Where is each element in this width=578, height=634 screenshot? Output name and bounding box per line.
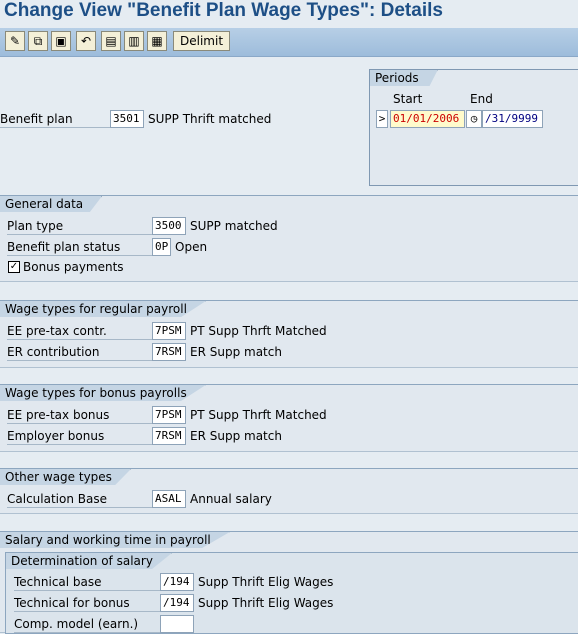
determination-of-salary-title: Determination of salary (6, 553, 172, 569)
start-label: Start (393, 92, 423, 106)
technical-base-description: Supp Thrift Elig Wages (198, 575, 334, 589)
technical-for-bonus-field[interactable]: /194 (160, 594, 194, 612)
plan-type-label: Plan type (7, 217, 152, 235)
technical-base-field[interactable]: /194 (160, 573, 194, 591)
page-title: Change View "Benefit Plan Wage Types": D… (4, 0, 443, 21)
undo-icon[interactable]: ↶ (76, 31, 96, 51)
benefit-plan-label: Benefit plan (0, 110, 110, 128)
ee-pretax-contr-label: EE pre-tax contr. (7, 322, 152, 340)
benefit-plan-description: SUPP Thrift matched (148, 112, 272, 126)
er-contribution-label: ER contribution (7, 343, 152, 361)
technical-for-bonus-description: Supp Thrift Elig Wages (198, 596, 334, 610)
ee-pretax-bonus-label: EE pre-tax bonus (7, 406, 152, 424)
period-arrow-button[interactable]: > (376, 110, 388, 128)
bonus-payments-label: Bonus payments (23, 260, 124, 274)
end-date-field[interactable]: /31/9999 (482, 110, 543, 128)
benefit-plan-status-field[interactable]: 0P (152, 238, 171, 256)
ee-pretax-contr-field[interactable]: 7PSM (152, 322, 186, 340)
general-data-title: General data (0, 196, 103, 212)
other-wage-types-title: Other wage types (0, 469, 131, 485)
end-label: End (470, 92, 493, 106)
general-data-group: General data Plan type 3500 SUPP matched… (0, 195, 578, 282)
employer-bonus-label: Employer bonus (7, 427, 152, 445)
start-date-field[interactable]: 01/01/2006 (390, 110, 465, 128)
benefit-plan-field[interactable]: 3501 (110, 110, 144, 128)
employer-bonus-description: ER Supp match (190, 429, 282, 443)
salary-working-time-group: Salary and working time in payroll Deter… (0, 531, 578, 634)
application-toolbar: ✎ ⧉ ▣ ↶ ▤ ▥ ▦ Delimit (0, 28, 578, 57)
delimit-button[interactable]: Delimit (173, 31, 231, 51)
other-wage-types-group: Other wage types Calculation Base ASAL A… (0, 468, 578, 514)
er-contribution-description: ER Supp match (190, 345, 282, 359)
employer-bonus-field[interactable]: 7RSM (152, 427, 186, 445)
er-contribution-field[interactable]: 7RSM (152, 343, 186, 361)
benefit-plan-status-label: Benefit plan status (7, 238, 152, 256)
plan-type-field[interactable]: 3500 (152, 217, 186, 235)
calculation-base-description: Annual salary (190, 492, 272, 506)
calendar-icon[interactable]: ◷ (466, 110, 482, 128)
calculation-base-label: Calculation Base (7, 490, 152, 508)
copy-icon[interactable]: ⧉ (28, 31, 48, 51)
calculation-base-field[interactable]: ASAL (152, 490, 186, 508)
plan-type-description: SUPP matched (190, 219, 278, 233)
deselect-icon[interactable]: ▥ (124, 31, 144, 51)
regular-payroll-group: Wage types for regular payroll EE pre-ta… (0, 300, 578, 368)
periods-title: Periods (370, 70, 438, 86)
bonus-payments-checkbox[interactable]: ✓ (8, 261, 20, 273)
salary-working-time-title: Salary and working time in payroll (0, 532, 230, 548)
periods-group: Periods Start End > 01/01/2006 ◷ /31/999… (369, 69, 578, 186)
ee-pretax-contr-description: PT Supp Thrft Matched (190, 324, 327, 338)
ee-pretax-bonus-description: PT Supp Thrft Matched (190, 408, 327, 422)
comp-model-earn-field[interactable] (160, 615, 194, 633)
determination-of-salary-group: Determination of salary Technical base /… (5, 552, 578, 634)
detail-screen: Benefit plan 3501 SUPP Thrift matched Pe… (0, 57, 578, 634)
bonus-payroll-group: Wage types for bonus payrolls EE pre-tax… (0, 384, 578, 452)
technical-for-bonus-label: Technical for bonus (14, 594, 160, 612)
technical-base-label: Technical base (14, 573, 160, 591)
block-icon[interactable]: ▦ (147, 31, 167, 51)
select-all-icon[interactable]: ▤ (101, 31, 121, 51)
delete-icon[interactable]: ▣ (51, 31, 71, 51)
regular-payroll-title: Wage types for regular payroll (0, 301, 206, 317)
bonus-payroll-title: Wage types for bonus payrolls (0, 385, 206, 401)
comp-model-earn-label: Comp. model (earn.) (14, 615, 160, 633)
edit-icon[interactable]: ✎ (5, 31, 25, 51)
ee-pretax-bonus-field[interactable]: 7PSM (152, 406, 186, 424)
benefit-plan-status-description: Open (175, 240, 208, 254)
